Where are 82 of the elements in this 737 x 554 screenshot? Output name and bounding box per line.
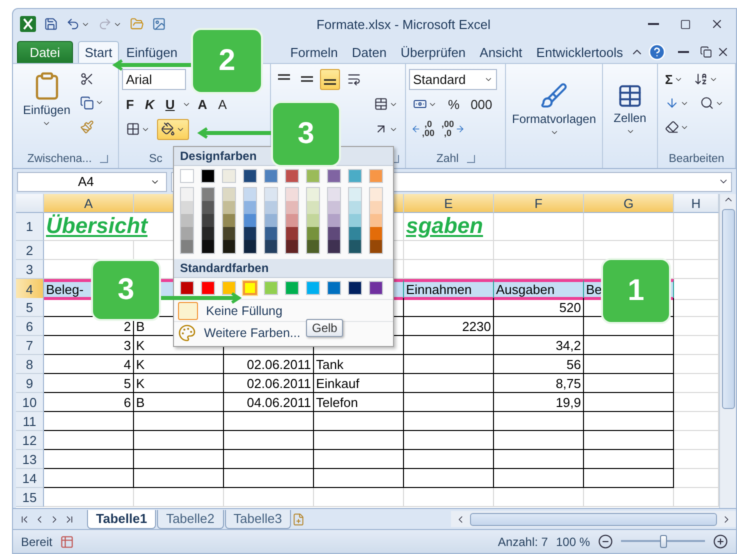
percent-button[interactable]: % (444, 94, 464, 114)
underline-button[interactable]: U (161, 94, 179, 114)
sheet-cell[interactable]: 19,9 (494, 393, 584, 412)
row-header[interactable]: 13 (16, 450, 44, 469)
zoom-level: 100 % (556, 534, 590, 548)
ribbon-tab[interactable]: Einfügen (119, 41, 185, 63)
ribbon-tab[interactable]: Überprüfen (394, 41, 473, 63)
sheet-cell[interactable]: 2230 (404, 317, 494, 336)
ribbon-tab[interactable]: Daten (344, 41, 394, 63)
group-label: Zahl (436, 153, 459, 165)
sheet-tab[interactable]: Tabelle1 (87, 510, 156, 528)
ribbon-tab[interactable]: Datei (17, 41, 73, 63)
group-label: Sc (149, 153, 162, 165)
name-box[interactable]: A4 (17, 172, 167, 192)
italic-button[interactable]: K (140, 94, 158, 114)
font-name-field[interactable]: Arial (122, 68, 186, 90)
row-header[interactable]: 2 (16, 241, 44, 260)
row-header[interactable]: 15 (16, 488, 44, 507)
row-header[interactable]: 10 (16, 393, 44, 412)
group-label: Bearbeiten (668, 153, 724, 165)
column-header[interactable]: F (494, 194, 584, 213)
sheet-cell[interactable]: Telefon (314, 393, 404, 412)
sheet-cell[interactable]: Einkauf (314, 374, 404, 393)
ribbon-tab[interactable]: Start (78, 41, 120, 63)
column-header[interactable]: E (404, 194, 494, 213)
row-header[interactable]: 4 (16, 279, 44, 300)
shrink-font-button[interactable]: A (214, 94, 231, 114)
styles-button[interactable]: Formatvorlagen (508, 78, 600, 140)
ribbon-tab[interactable]: Formeln (283, 41, 345, 63)
sheet-cell[interactable]: 3 (44, 336, 134, 355)
row-header[interactable]: 7 (16, 336, 44, 355)
row-header[interactable]: 5 (16, 298, 44, 317)
window-title: Formate.xlsx - Microsoft Excel (315, 16, 492, 32)
ribbon-tab[interactable]: Ansicht (472, 41, 530, 63)
sheet-cell[interactable]: Ausgaben (494, 279, 584, 300)
step-callout-tooltip: 3 (271, 101, 341, 167)
sheet-cell[interactable]: Einnahmen (404, 279, 494, 300)
menu-heading: Standardfarben (174, 259, 393, 278)
paste-button[interactable]: Einfügen (20, 68, 74, 150)
row-header[interactable]: 6 (16, 317, 44, 336)
bold-button[interactable]: F (122, 94, 138, 114)
sheet-cell[interactable]: 8,75 (494, 374, 584, 393)
column-header[interactable]: G (584, 194, 674, 213)
step-callout-tooltip: 2 (191, 28, 263, 94)
sheet-cell[interactable]: 56 (494, 355, 584, 374)
increase-decimal-button[interactable]: ,0 ,00 (409, 118, 437, 140)
ribbon-tab[interactable]: Entwicklertools (529, 41, 630, 63)
grow-font-button[interactable]: A (194, 94, 212, 114)
sheet-tab[interactable]: Tabelle2 (157, 510, 224, 528)
sheet-cell[interactable]: Tank (314, 355, 404, 374)
row-header[interactable]: 9 (16, 374, 44, 393)
sheet-cell[interactable]: 02.06.2011 (224, 374, 314, 393)
thousands-button[interactable]: 000 (466, 94, 496, 114)
status-count: Anzahl: 7 (498, 534, 548, 548)
sheet-cell[interactable]: 4 (44, 355, 134, 374)
row-header[interactable]: 14 (16, 469, 44, 488)
sheet-cell[interactable]: 520 (494, 298, 584, 317)
sheet-cell[interactable]: 6 (44, 393, 134, 412)
tooltip: Gelb (306, 319, 344, 337)
step-callout-tooltip: 1 (601, 258, 671, 324)
decrease-decimal-button[interactable]: ,00 ,0 (440, 118, 468, 140)
sheet-cell[interactable]: 5 (44, 374, 134, 393)
sheet-cell[interactable]: K (134, 355, 224, 374)
number-format-field[interactable]: Standard (409, 68, 497, 90)
cells-button[interactable]: Zellen (610, 80, 650, 138)
sheet-cell[interactable]: B (134, 393, 224, 412)
row-header[interactable]: 12 (16, 431, 44, 450)
row-header[interactable]: 3 (16, 260, 44, 279)
sheet-tab[interactable]: Tabelle3 (224, 510, 291, 528)
column-header[interactable]: H (674, 194, 719, 213)
column-header[interactable]: A (44, 194, 134, 213)
row-header[interactable]: 8 (16, 355, 44, 374)
group-label: Zwischena... (27, 153, 92, 165)
sheet-cell[interactable]: K (134, 374, 224, 393)
step-callout-tooltip: 3 (91, 259, 161, 321)
row-header[interactable]: 1 (16, 213, 44, 241)
autosum-button[interactable]: Σ (661, 68, 687, 90)
sheet-cell[interactable]: 02.06.2011 (224, 355, 314, 374)
sheet-cell[interactable]: 04.06.2011 (224, 393, 314, 412)
status-text: Bereit (21, 534, 52, 548)
row-header[interactable]: 11 (16, 412, 44, 431)
sheet-cell[interactable]: 34,2 (494, 336, 584, 355)
